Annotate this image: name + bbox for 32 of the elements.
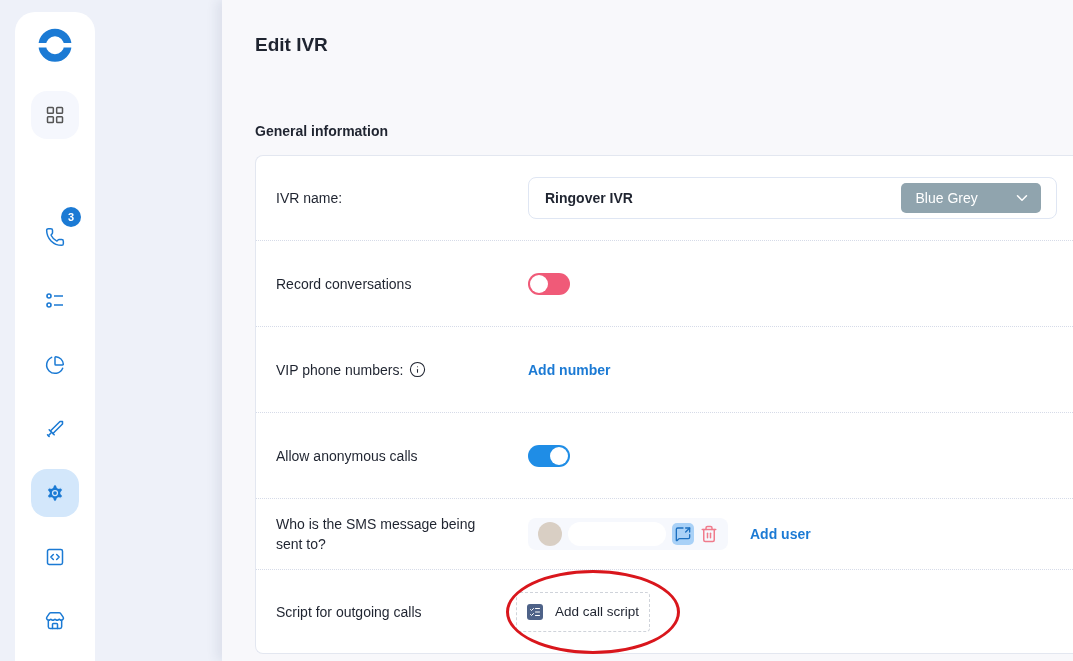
store-icon — [45, 611, 65, 631]
toggle-switch[interactable] — [528, 272, 570, 295]
toggle-switch[interactable] — [528, 444, 570, 467]
color-select[interactable]: Blue Grey — [900, 183, 1041, 213]
field-label: Record conversations — [276, 274, 412, 294]
sword-icon — [45, 419, 65, 439]
ivr-name-field[interactable]: Ringover IVR Blue Grey — [528, 177, 1057, 219]
section-title: General information — [255, 123, 390, 139]
message-share-icon[interactable] — [672, 523, 694, 545]
field-label: Allow anonymous calls — [276, 446, 418, 466]
list-icon — [45, 291, 65, 311]
field-label: Script for outgoing calls — [276, 602, 422, 622]
pie-chart-icon — [45, 355, 65, 375]
page-title: Edit IVR — [255, 34, 329, 56]
trash-icon[interactable] — [700, 525, 718, 543]
sidebar-nav-button[interactable] — [31, 90, 79, 139]
info-icon[interactable] — [409, 361, 427, 378]
add-number-link[interactable]: Add number — [528, 361, 611, 378]
settings-icon — [45, 483, 65, 503]
field-label: VIP phone numbers: — [276, 360, 404, 380]
add-user-link[interactable]: Add user — [750, 526, 811, 542]
code-icon — [45, 547, 65, 567]
checklist-icon — [527, 603, 543, 620]
field-value: Ringover IVR — [545, 190, 633, 206]
sidebar-nav-button[interactable] — [31, 469, 79, 517]
grid-icon — [45, 104, 65, 125]
phone-icon — [45, 227, 65, 247]
field-label: Who is the SMS message being sent to? — [276, 515, 477, 554]
notification-badge: 3 — [61, 207, 81, 227]
avatar — [538, 522, 562, 546]
add-call-script-button[interactable]: Add call script — [516, 591, 651, 632]
field-label: IVR name: — [276, 189, 343, 208]
